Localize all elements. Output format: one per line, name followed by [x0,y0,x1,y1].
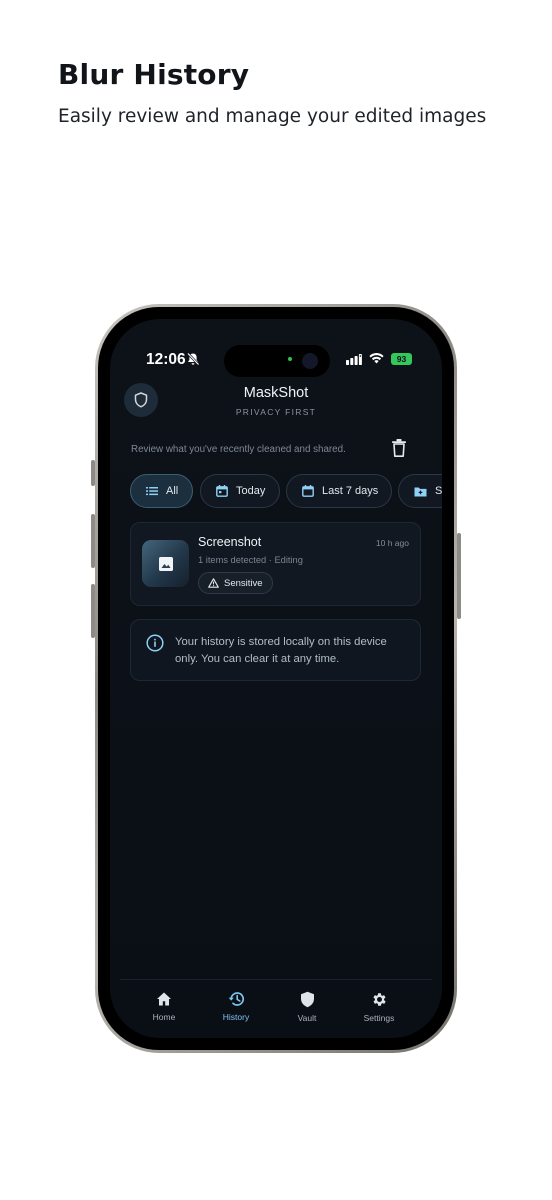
wifi-icon [369,353,384,364]
filter-chip-label: Today [236,485,266,497]
calendar-icon [216,485,228,497]
phone-frame: 12:06 93 MaskShot PRIVACY FIRST Review w… [95,304,457,1053]
history-item[interactable]: Screenshot 10 h ago 1 items detected · E… [130,522,421,606]
shield-icon [300,991,314,1008]
info-text: Your history is stored locally on this d… [175,636,387,665]
info-icon [146,634,164,652]
status-time: 12:06 [146,351,186,368]
home-icon [157,992,171,1006]
trash-icon[interactable] [391,438,407,458]
gear-icon [372,993,386,1006]
filter-chip-label: Last 7 days [322,485,379,497]
warning-icon [208,578,219,588]
nav-item-home[interactable]: Home [134,991,194,1022]
filter-chip-saved[interactable]: S [398,474,442,508]
filter-chip-last-7-days[interactable]: Last 7 days [286,474,392,508]
promo-title: Blur History [58,58,250,91]
nav-item-history[interactable]: History [206,991,266,1022]
filter-chip-today[interactable]: Today [200,474,280,508]
nav-label: Home [152,1012,176,1022]
folder-icon [414,487,427,496]
cellular-signal-icon [346,354,362,365]
app-tagline: PRIVACY FIRST [235,407,317,417]
front-camera [302,353,318,369]
info-banner: Your history is stored locally on this d… [130,619,421,681]
filter-chips: All Today Last 7 days S [130,474,442,508]
app-title: MaskShot [243,385,309,401]
history-item-meta: 1 items detected · Editing [198,555,303,565]
battery-indicator: 93 [391,353,412,365]
camera-indicator-dot [288,357,292,361]
calendar-icon [302,485,314,497]
history-item-thumbnail [142,540,189,587]
review-description: Review what you've recently cleaned and … [131,444,346,455]
filter-chip-label: S [435,485,442,497]
nav-item-settings[interactable]: Settings [349,991,409,1023]
nav-label: History [222,1012,250,1022]
sensitive-badge: Sensitive [198,572,273,594]
promo-subtitle: Easily review and manage your edited ima… [58,106,487,127]
app-screen: 12:06 93 MaskShot PRIVACY FIRST Review w… [110,319,442,1038]
nav-label: Settings [363,1013,395,1023]
filter-chip-label: All [166,485,179,497]
bell-muted-icon [187,352,200,366]
nav-item-vault[interactable]: Vault [277,991,337,1023]
nav-label: Vault [297,1013,317,1023]
history-icon [228,992,244,1006]
image-icon [158,556,173,571]
history-item-time: 10 h ago [375,538,409,548]
nav-divider [120,979,432,980]
history-item-title: Screenshot [198,535,262,549]
dynamic-island [224,345,330,377]
phone-power-button [457,533,461,619]
list-icon [146,487,158,496]
badge-label: Sensitive [224,577,263,589]
filter-chip-all[interactable]: All [130,474,193,508]
bottom-nav: Home History Vault Settings [110,991,442,1038]
status-bar: 12:06 93 [110,345,442,377]
